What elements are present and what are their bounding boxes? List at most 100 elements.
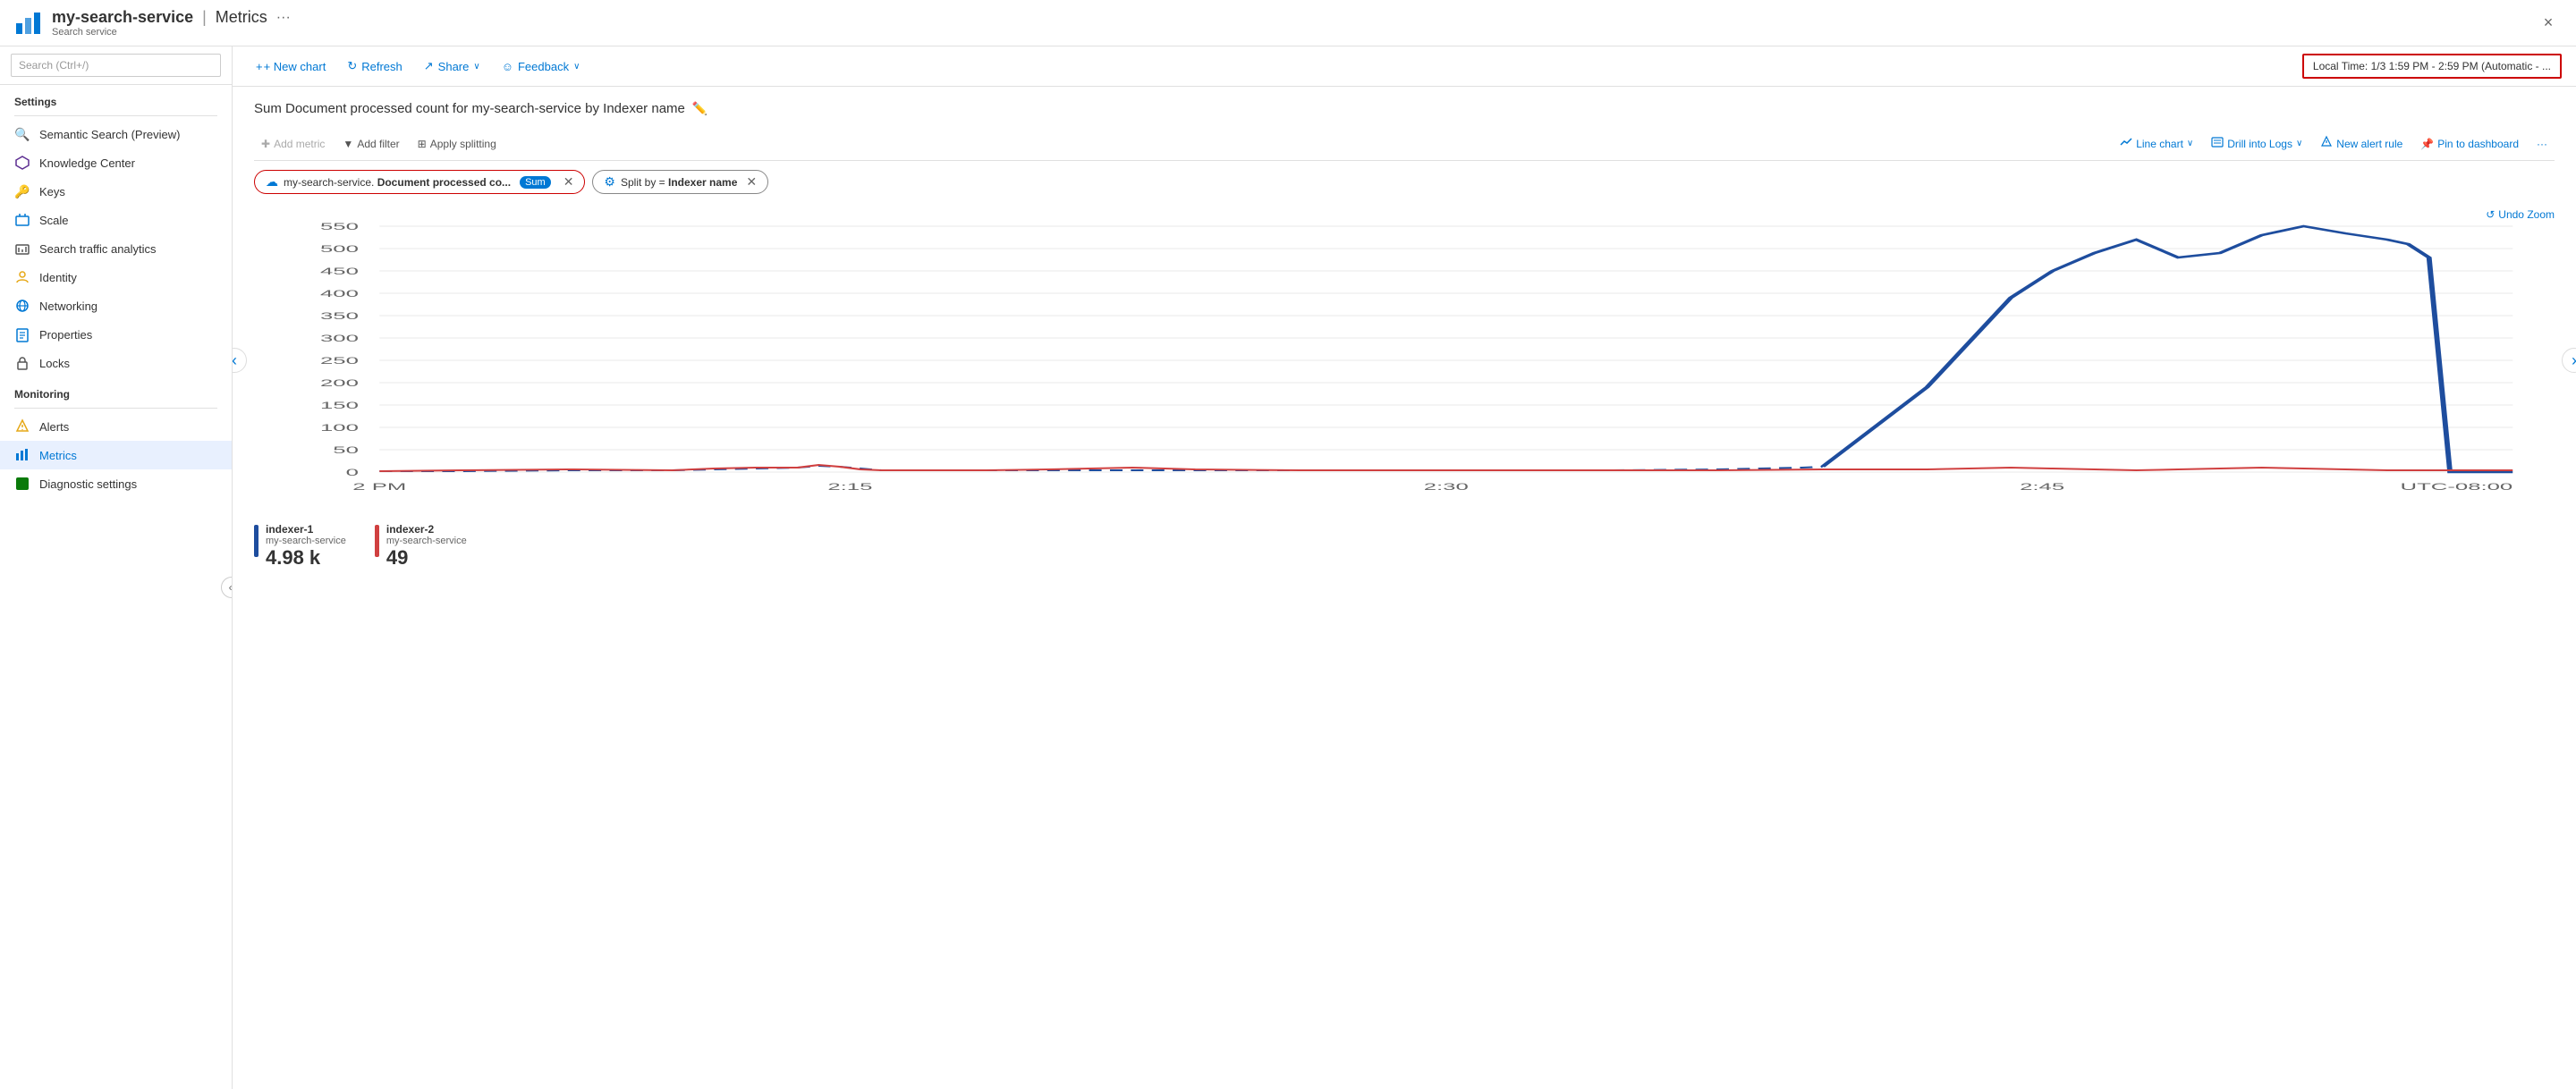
add-metric-label: Add metric [274,138,325,150]
svg-text:50: 50 [333,445,359,456]
svg-text:350: 350 [320,311,359,322]
refresh-icon: ↻ [347,59,357,73]
metrics-label: Metrics [39,449,77,462]
line-chart-button[interactable]: Line chart ∨ [2113,132,2200,155]
chart-area: .grid-line { stroke: #e8e8e8; stroke-wid… [254,208,2555,512]
edit-icon[interactable]: ✏️ [692,101,708,116]
svg-text:500: 500 [320,244,359,255]
chart-title-row: Sum Document processed count for my-sear… [254,101,2555,116]
split-filter-label: Split by = Indexer name [621,176,737,189]
more-options-button[interactable]: ··· [2529,134,2555,154]
sidebar-item-scale[interactable]: Scale [0,206,232,234]
title-text: my-search-service | Metrics ··· Search s… [52,8,291,38]
svg-text:550: 550 [320,222,359,232]
keys-icon: 🔑 [14,183,30,199]
legend-item-indexer2: indexer-2 my-search-service 49 [375,523,467,570]
sidebar-item-semantic-search[interactable]: 🔍 Semantic Search (Preview) [0,120,232,148]
feedback-button[interactable]: ☺ Feedback ∨ [493,55,589,78]
metric-cloud-icon: ☁ [266,174,278,190]
svg-text:450: 450 [320,266,359,277]
time-picker[interactable]: Local Time: 1/3 1:59 PM - 2:59 PM (Autom… [2302,54,2562,79]
add-metric-button[interactable]: ✚ Add metric [254,134,332,154]
more-icon[interactable]: ··· [276,10,291,26]
close-button[interactable]: × [2535,10,2562,37]
metric-badge: Sum [520,176,551,189]
diagnostic-icon [14,476,30,492]
svg-text:300: 300 [320,333,359,344]
service-name: my-search-service [52,8,193,27]
sidebar-item-metrics[interactable]: Metrics [0,441,232,469]
apply-splitting-button[interactable]: ⊞ Apply splitting [411,134,504,154]
identity-icon [14,269,30,285]
identity-label: Identity [39,271,77,284]
drill-into-logs-button[interactable]: Drill into Logs ∨ [2204,132,2309,155]
svg-text:UTC-08:00: UTC-08:00 [2401,482,2513,493]
indexer1-info: indexer-1 my-search-service 4.98 k [266,523,346,570]
settings-divider [14,115,217,116]
new-alert-rule-label: New alert rule [2336,138,2402,150]
svg-text:250: 250 [320,356,359,367]
apply-splitting-icon: ⊞ [418,138,427,150]
title-left: my-search-service | Metrics ··· Search s… [14,8,291,38]
new-alert-rule-button[interactable]: New alert rule [2313,132,2410,155]
add-filter-label: Add filter [357,138,399,150]
drill-logs-label: Drill into Logs [2227,138,2292,150]
svg-text:0: 0 [346,468,359,478]
search-traffic-icon [14,241,30,257]
metric-filter-pill: ☁ my-search-service. Document processed … [254,170,585,194]
networking-label: Networking [39,300,97,313]
legend-row: indexer-1 my-search-service 4.98 k index… [254,523,2555,570]
networking-icon [14,298,30,314]
locks-icon [14,355,30,371]
sidebar-item-identity[interactable]: Identity [0,263,232,291]
sidebar-item-keys[interactable]: 🔑 Keys [0,177,232,206]
title-separator: | [202,8,207,27]
knowledge-center-icon [14,155,30,171]
sidebar-item-diagnostic[interactable]: Diagnostic settings [0,469,232,498]
refresh-label: Refresh [361,60,402,73]
indexer2-info: indexer-2 my-search-service 49 [386,523,467,570]
chart-container: Sum Document processed count for my-sear… [233,87,2576,1089]
chart-toolbar: ✚ Add metric ▼ Add filter ⊞ Apply splitt… [254,127,2555,161]
pin-to-dashboard-button[interactable]: 📌 Pin to dashboard [2413,134,2526,154]
indexer1-sub: my-search-service [266,536,346,546]
settings-section-label: Settings [0,85,232,112]
sidebar-item-locks[interactable]: Locks [0,349,232,377]
sidebar: « Settings 🔍 Semantic Search (Preview) K… [0,46,233,1089]
toolbar: + + New chart ↻ Refresh ↗ Share ∨ ☺ Feed… [233,46,2576,87]
chart-title: Sum Document processed count for my-sear… [254,101,685,116]
app-container: my-search-service | Metrics ··· Search s… [0,0,2576,1089]
indexer1-color-bar [254,525,258,557]
sidebar-item-search-traffic[interactable]: Search traffic analytics [0,234,232,263]
sidebar-search-area [0,46,232,85]
add-filter-icon: ▼ [343,138,353,150]
scale-label: Scale [39,214,69,227]
sidebar-item-properties[interactable]: Properties [0,320,232,349]
sidebar-item-knowledge-center[interactable]: Knowledge Center [0,148,232,177]
feedback-label: Feedback [518,60,569,73]
scale-icon [14,212,30,228]
pin-icon: 📌 [2420,138,2434,150]
drill-logs-arrow: ∨ [2296,139,2302,148]
sidebar-item-alerts[interactable]: Alerts [0,412,232,441]
apply-splitting-label: Apply splitting [430,138,496,150]
legend-item-indexer1: indexer-1 my-search-service 4.98 k [254,523,346,570]
feedback-arrow-icon: ∨ [573,62,580,72]
drill-logs-icon [2211,136,2224,151]
refresh-button[interactable]: ↻ Refresh [338,55,411,78]
indexer2-name: indexer-2 [386,523,467,536]
sidebar-item-networking[interactable]: Networking [0,291,232,320]
chart-next-button[interactable]: › [2562,348,2576,373]
sidebar-scroll: Settings 🔍 Semantic Search (Preview) Kno… [0,85,232,1089]
split-filter-close[interactable]: ✕ [746,174,757,190]
share-button[interactable]: ↗ Share ∨ [415,55,489,78]
app-icon [14,9,43,38]
new-chart-button[interactable]: + + New chart [247,55,335,78]
metric-filter-label: my-search-service. Document processed co… [284,176,511,189]
add-filter-button[interactable]: ▼ Add filter [335,134,406,154]
search-input[interactable] [11,54,221,77]
alerts-label: Alerts [39,420,69,434]
chart-prev-button[interactable]: ‹ [233,348,247,373]
metric-filter-close[interactable]: ✕ [564,174,574,190]
pin-label: Pin to dashboard [2437,138,2519,150]
